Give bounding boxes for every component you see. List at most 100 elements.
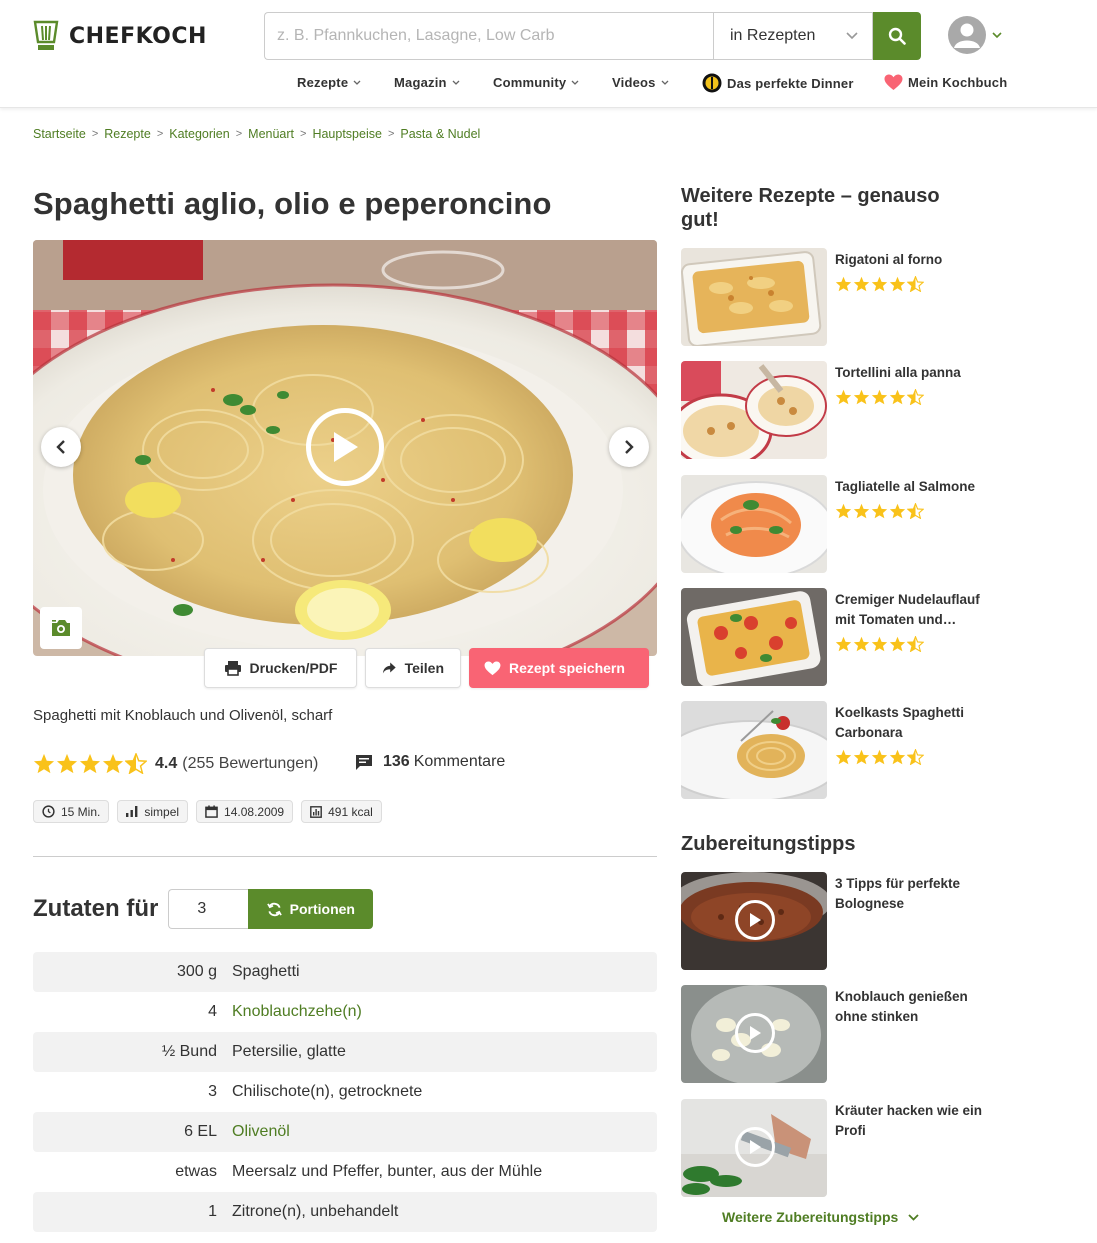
- page-title: Spaghetti aglio, olio e peperoncino: [33, 186, 552, 221]
- ingredients-title: Zutaten für: [33, 895, 159, 922]
- portions-input[interactable]: 3: [168, 889, 249, 929]
- difficulty-value: simpel: [144, 804, 180, 819]
- tips-title: Zubereitungstipps: [681, 833, 856, 855]
- table-row: 3 Chilischote(n), getrocknete: [33, 1072, 657, 1112]
- star-half-icon: [907, 636, 924, 652]
- recipe-card-title: Cremiger Nudelauflauf mit Tomaten und…: [835, 592, 980, 627]
- nav-item-rezepte[interactable]: Rezepte: [297, 75, 361, 90]
- print-button[interactable]: Drucken/PDF: [204, 648, 357, 688]
- search-button[interactable]: [873, 12, 921, 60]
- save-recipe-label: Rezept speichern: [509, 660, 625, 676]
- star-icon: [853, 749, 870, 765]
- tagliatelle-photo: [681, 475, 827, 573]
- star-half-icon: [907, 276, 924, 292]
- date-tag: 14.08.2009: [196, 800, 294, 823]
- breadcrumb: Startseite > Rezepte > Kategorien > Menüart…: [33, 127, 480, 141]
- rating-stars: [835, 749, 995, 765]
- star-icon: [102, 753, 124, 774]
- update-portions-button[interactable]: Portionen: [248, 889, 374, 929]
- ingredient-link[interactable]: Olivenöl: [232, 1123, 290, 1141]
- nav-item-mein-kochbuch[interactable]: Mein Kochbuch: [884, 74, 1007, 91]
- star-half-icon: [125, 753, 147, 774]
- star-icon: [853, 389, 870, 405]
- recipe-card-title: Rigatoni al forno: [835, 252, 943, 267]
- chevron-right-icon: >: [156, 128, 164, 140]
- tip-card[interactable]: 3 Tipps für perfekte Bolognese: [681, 872, 1011, 970]
- nav-item-das-perfekte-dinner[interactable]: Das perfekte Dinner: [702, 73, 854, 93]
- clock-icon: [42, 805, 55, 818]
- chevron-right-icon: >: [300, 128, 307, 140]
- play-icon: [334, 432, 358, 462]
- upload-photo-button[interactable]: [40, 607, 82, 649]
- recipe-card[interactable]: Cremiger Nudelauflauf mit Tomaten und…: [681, 588, 1011, 686]
- tip-card-title: 3 Tipps für perfekte Bolognese: [835, 876, 961, 911]
- search-scope-select[interactable]: in Rezepten: [713, 12, 873, 60]
- chevron-down-icon: [846, 32, 858, 40]
- star-icon: [871, 276, 888, 292]
- recipe-image-carousel[interactable]: [33, 240, 657, 656]
- logo-text: CHEFKOCH: [69, 23, 207, 49]
- recipe-actions: Drucken/PDF Teilen Rezept speichern: [204, 648, 649, 688]
- nav-item-magazin[interactable]: Magazin: [394, 75, 460, 90]
- recipe-subtitle: Spaghetti mit Knoblauch und Olivenöl, sc…: [33, 707, 333, 724]
- breadcrumb-item[interactable]: Pasta & Nudel: [400, 127, 480, 141]
- star-icon: [835, 503, 852, 519]
- share-button[interactable]: Teilen: [365, 648, 461, 688]
- play-video-button[interactable]: [735, 900, 775, 940]
- play-video-button[interactable]: [735, 1127, 775, 1167]
- more-tips-link[interactable]: Weitere Zubereitungstipps: [722, 1209, 919, 1225]
- ingredient-amount: ½ Bund: [161, 1043, 217, 1060]
- carousel-prev-button[interactable]: [41, 427, 81, 467]
- avatar: [948, 16, 986, 54]
- ingredient-link[interactable]: Knoblauchzehe(n): [232, 1003, 362, 1021]
- nav-item-videos[interactable]: Videos: [612, 75, 669, 90]
- breadcrumb-item[interactable]: Hauptspeise: [312, 127, 382, 141]
- tip-card[interactable]: Kräuter hacken wie ein Profi: [681, 1099, 1011, 1197]
- star-icon: [835, 749, 852, 765]
- tip-thumbnail: [681, 1099, 827, 1197]
- recipe-thumbnail: [681, 248, 827, 346]
- ingredient-name: Zitrone(n), unbehandelt: [232, 1203, 399, 1220]
- update-portions-label: Portionen: [289, 901, 355, 917]
- recipe-thumbnail: [681, 588, 827, 686]
- search-input[interactable]: [264, 12, 713, 60]
- nav-item-community[interactable]: Community: [493, 75, 579, 90]
- tip-card[interactable]: Knoblauch genießen ohne stinken: [681, 985, 1011, 1083]
- share-button-label: Teilen: [404, 660, 444, 676]
- ingredient-amount: 6 EL: [184, 1123, 217, 1140]
- recipe-card[interactable]: Tagliatelle al Salmone: [681, 475, 1011, 573]
- recipe-rating[interactable]: 4.4 (255 Bewertungen): [33, 753, 318, 774]
- main-nav: Rezepte Magazin Community Videos Das per…: [0, 73, 1097, 93]
- rigatoni-photo: [681, 248, 827, 346]
- chefkoch-logo[interactable]: CHEFKOCH: [33, 20, 207, 52]
- breadcrumb-item[interactable]: Menüart: [248, 127, 294, 141]
- breadcrumb-item[interactable]: Kategorien: [169, 127, 229, 141]
- play-video-button[interactable]: [735, 1013, 775, 1053]
- carousel-next-button[interactable]: [609, 427, 649, 467]
- recipe-thumbnail: [681, 361, 827, 459]
- recipe-thumbnail: [681, 701, 827, 799]
- nav-item-label: Rezepte: [297, 75, 349, 90]
- recipe-meta-tags: 15 Min. simpel 14.08.2009 491 kcal: [33, 800, 382, 823]
- account-menu[interactable]: [948, 16, 1002, 54]
- table-row: 1 Zitrone(n), unbehandelt: [33, 1192, 657, 1232]
- comment-icon: [356, 754, 372, 770]
- dinner-logo-icon: [702, 73, 722, 93]
- play-video-button[interactable]: [306, 408, 384, 486]
- ingredient-amount: etwas: [175, 1163, 217, 1180]
- tip-thumbnail: [681, 872, 827, 970]
- chef-hat-icon: [33, 20, 59, 50]
- play-icon: [750, 913, 761, 927]
- comments-link[interactable]: 136 Kommentare: [355, 753, 505, 771]
- recipe-card[interactable]: Tortellini alla panna: [681, 361, 1011, 459]
- breadcrumb-item[interactable]: Startseite: [33, 127, 86, 141]
- tip-card-title: Kräuter hacken wie ein Profi: [835, 1103, 983, 1138]
- rating-value: 4.4: [155, 754, 178, 772]
- star-half-icon: [907, 749, 924, 765]
- breadcrumb-item[interactable]: Rezepte: [104, 127, 151, 141]
- save-recipe-button[interactable]: Rezept speichern: [469, 648, 649, 688]
- recipe-card[interactable]: Rigatoni al forno: [681, 248, 1011, 346]
- calories-chart-icon: [310, 805, 323, 818]
- star-icon: [889, 389, 906, 405]
- recipe-card[interactable]: Koelkasts Spaghetti Carbonara: [681, 701, 1011, 799]
